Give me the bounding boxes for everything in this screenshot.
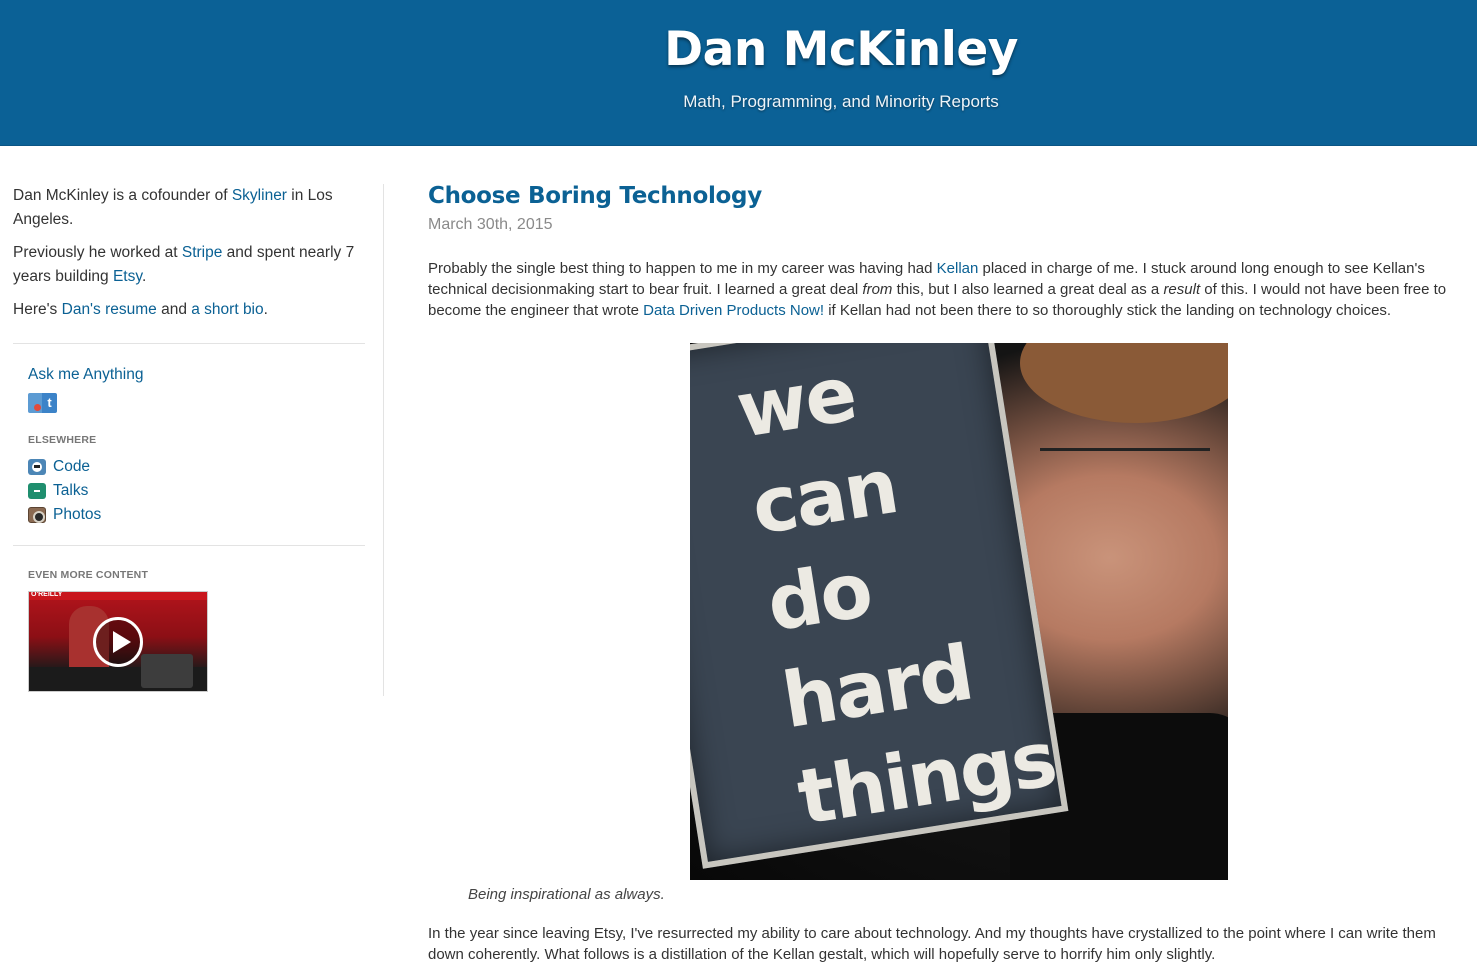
bio-text: Here's [13,301,62,318]
laptop [141,654,193,688]
oreilly-brand: O'REILLY [31,591,63,598]
data-driven-products-link[interactable]: Data Driven Products Now! [643,302,824,319]
resume-link[interactable]: Dan's resume [62,301,157,318]
main-content: Choose Boring Technology March 30th, 201… [428,180,1468,965]
ask-me-anything-link[interactable]: Ask me Anything [28,363,365,387]
emphasis-text: result [1163,281,1201,298]
stripe-link[interactable]: Stripe [182,244,223,261]
etsy-link[interactable]: Etsy [113,268,142,285]
bio-text: and [156,301,192,318]
paragraph-text: this, but I also learned a great deal as… [892,281,1164,298]
bio-text: Previously he worked at [13,244,182,261]
bio-text: . [141,268,147,285]
sidebar-divider [13,343,365,344]
video-thumbnail[interactable]: O'REILLY [28,591,208,692]
elsewhere-item-photos[interactable]: Photos [28,503,365,527]
photo-figure: we can do hard things [428,343,1468,880]
post-photo: we can do hard things [690,343,1228,880]
github-icon [28,459,46,475]
ama-section: Ask me Anything t ELSEWHERE Code Talks P… [13,363,365,527]
twitter-icon: t [42,393,57,413]
code-link[interactable]: Code [53,455,90,479]
post-title-link[interactable]: Choose Boring Technology [428,183,762,209]
sidebar: Dan McKinley is a cofounder of Skyliner … [13,184,365,692]
elsewhere-heading: ELSEWHERE [28,434,97,446]
bio-paragraph-1: Dan McKinley is a cofounder of Skyliner … [13,184,365,232]
post-date: March 30th, 2015 [428,216,553,233]
site-subtitle: Math, Programming, and Minority Reports [683,92,999,111]
bio-paragraph-3: Here's Dan's resume and a short bio. [13,298,365,322]
elsewhere-item-code[interactable]: Code [28,455,365,479]
skyliner-link[interactable]: Skyliner [232,187,287,204]
more-content-section: EVEN MORE CONTENT O'REILLY [13,568,365,692]
talks-link[interactable]: Talks [53,479,88,503]
paragraph-text: Probably the single best thing to happen… [428,260,937,277]
more-content-heading: EVEN MORE CONTENT [28,569,149,581]
paragraph-text: if Kellan had not been there to so thoro… [824,302,1392,319]
sidebar-vertical-divider [383,184,384,696]
photo-caption: Being inspirational as always. [468,886,665,903]
elsewhere-item-talks[interactable]: Talks [28,479,365,503]
post-body: Probably the single best thing to happen… [428,258,1468,965]
photos-link[interactable]: Photos [53,503,101,527]
speakerdeck-icon [28,483,46,499]
short-bio-link[interactable]: a short bio [191,301,263,318]
ama-badge-icon [28,393,42,413]
kellan-link[interactable]: Kellan [937,260,979,277]
bio-paragraph-2: Previously he worked at Stripe and spent… [13,241,365,289]
emphasis-text: from [862,281,893,298]
post-title[interactable]: Choose Boring Technology [428,180,1468,212]
site-header: Dan McKinley Math, Programming, and Mino… [0,0,1477,146]
elsewhere-list: Code Talks Photos [28,455,365,527]
bio-text: . [263,301,268,318]
sidebar-divider [13,545,365,546]
site-title[interactable]: Dan McKinley [0,22,1477,77]
instagram-icon [28,507,46,523]
bio-text: Dan McKinley is a cofounder of [13,187,232,204]
post-paragraph-2: In the year since leaving Etsy, I've res… [428,925,1436,963]
post-paragraph-1: Probably the single best thing to happen… [428,258,1468,321]
twitter-ama-icon[interactable]: t [28,393,365,413]
play-icon[interactable] [93,617,143,667]
